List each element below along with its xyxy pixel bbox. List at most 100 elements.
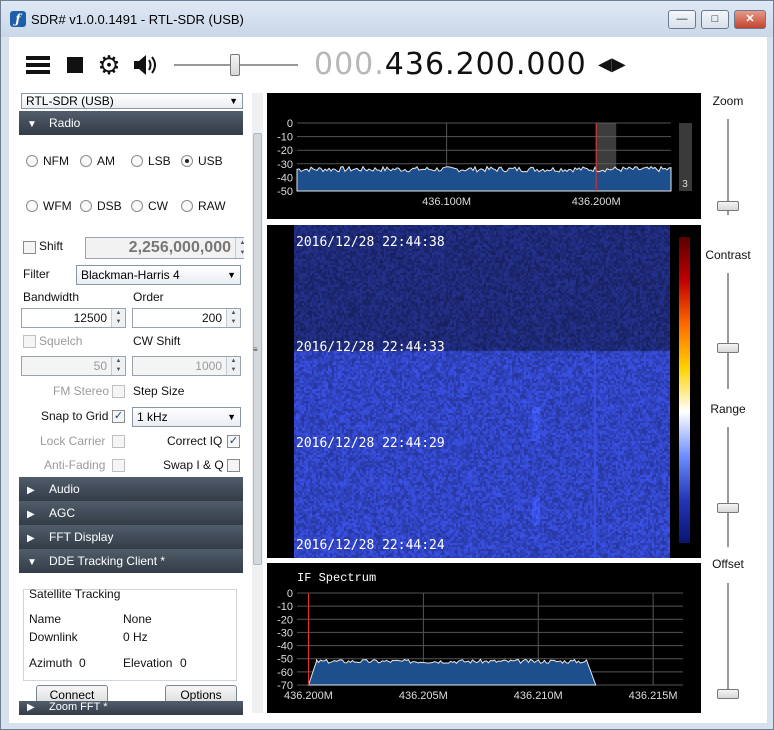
mode-raw[interactable]: RAW xyxy=(181,199,226,213)
source-select-value: RTL-SDR (USB) xyxy=(26,94,114,108)
elevation-label: Elevation xyxy=(123,656,173,670)
section-dde-tracking[interactable]: ▼ DDE Tracking Client * xyxy=(19,549,243,573)
fm-stereo-label: FM Stereo xyxy=(53,384,110,398)
contrast-slider[interactable] xyxy=(717,343,739,353)
section-fft-display[interactable]: ▶ FFT Display xyxy=(19,525,243,549)
triangle-down-icon: ▼ xyxy=(27,557,37,568)
frequency-display[interactable]: 000.436.200.000 xyxy=(314,47,587,82)
sdrsharp-logo-icon: ƒ xyxy=(10,11,26,27)
stop-button[interactable] xyxy=(65,51,85,79)
step-size-label: Step Size xyxy=(133,384,185,398)
contrast-track xyxy=(727,273,729,389)
minimize-button[interactable]: — xyxy=(668,10,696,29)
lock-carrier-label: Lock Carrier xyxy=(40,434,106,448)
spin-icon[interactable]: ▲ ▼ xyxy=(111,357,125,375)
squelch-checkbox[interactable] xyxy=(23,335,36,348)
zoom-label: Zoom xyxy=(712,94,744,108)
section-audio[interactable]: ▶ Audio xyxy=(19,477,243,501)
section-zoom-fft[interactable]: ▶ Zoom FFT * xyxy=(19,701,243,715)
spectrum-plot[interactable]: 0 -10-20 -30-40 -50 436.100M 436.200M 3 xyxy=(267,93,701,219)
snap-to-grid-checkbox[interactable]: ✓ xyxy=(112,410,125,423)
mode-am[interactable]: AM xyxy=(80,154,115,168)
if-spectrum-plot[interactable]: 0-10-20-30-40-50-60-70436.200M 436.205M 43… xyxy=(267,563,701,713)
main-window: ƒ SDR# v1.0.0.1491 - RTL-SDR (USB) — □ ✕… xyxy=(0,0,774,730)
offset-track xyxy=(727,583,729,699)
mode-label: LSB xyxy=(148,154,171,168)
shift-input[interactable]: 2,256,000,000 ▲ ▼ xyxy=(85,237,244,259)
mode-cw[interactable]: CW xyxy=(131,199,168,213)
cw-shift-input[interactable]: 1000 ▲ ▼ xyxy=(132,356,241,376)
spectrum-analyzer[interactable]: 0 -10 -20 -30 -40 -50 436.100M 436.200M 3 xyxy=(267,93,701,219)
range-track xyxy=(727,427,729,547)
contrast-label: Contrast xyxy=(705,248,751,262)
waterfall-canvas[interactable] xyxy=(294,225,670,558)
correct-iq-label: Correct IQ xyxy=(167,434,223,448)
triangle-down-icon: ▼ xyxy=(27,119,37,130)
chevron-down-icon: ▼ xyxy=(227,412,236,422)
waterfall[interactable]: 2016/12/28 22:44:38 2016/12/28 22:44:33 20… xyxy=(267,225,701,558)
sat-name-label: Name xyxy=(29,612,62,626)
waterfall-timestamp: 2016/12/28 22:44:24 xyxy=(296,538,445,553)
close-button[interactable]: ✕ xyxy=(734,10,766,29)
hamburger-icon[interactable] xyxy=(25,51,51,79)
spin-icon[interactable]: ▲ ▼ xyxy=(226,357,240,375)
radio-dot xyxy=(181,200,193,212)
radio-dot xyxy=(26,155,38,167)
y-tick-label: -40 xyxy=(277,172,293,184)
step-size-select[interactable]: 1 kHz ▼ xyxy=(132,407,241,427)
mode-wfm[interactable]: WFM xyxy=(26,199,72,213)
section-radio[interactable]: ▼ Radio xyxy=(19,111,243,135)
downlink-label: Downlink xyxy=(29,630,78,644)
source-select[interactable]: RTL-SDR (USB) ▼ xyxy=(21,93,243,109)
order-input[interactable]: 200 ▲ ▼ xyxy=(132,308,241,328)
waterfall-color-scale xyxy=(679,237,690,543)
filter-select[interactable]: Blackman-Harris 4 ▼ xyxy=(76,265,241,285)
spin-icon[interactable]: ▲ ▼ xyxy=(226,309,240,327)
spectrum-trace xyxy=(296,165,672,192)
lock-carrier-checkbox[interactable] xyxy=(112,435,125,448)
squelch-input[interactable]: 50 ▲ ▼ xyxy=(21,356,126,376)
mode-nfm[interactable]: NFM xyxy=(26,154,69,168)
y-tick-label: -30 xyxy=(277,159,293,171)
if-spectrum-trace xyxy=(307,658,597,686)
frequency-main: 436.200.000 xyxy=(384,47,587,82)
mode-dsb[interactable]: DSB xyxy=(80,199,122,213)
step-size-value: 1 kHz xyxy=(137,410,168,424)
tune-arrows-icon[interactable]: ◀▶ xyxy=(598,54,626,75)
correct-iq-checkbox[interactable]: ✓ xyxy=(227,435,240,448)
fm-stereo-checkbox[interactable] xyxy=(112,385,125,398)
title-bar[interactable]: ƒ SDR# v1.0.0.1491 - RTL-SDR (USB) — □ ✕ xyxy=(1,1,773,37)
mode-label: USB xyxy=(198,154,223,168)
shift-value: 2,256,000,000 xyxy=(128,239,231,256)
spin-icon[interactable]: ▲ ▼ xyxy=(235,238,244,258)
control-panel-scrollbar[interactable]: ≡ xyxy=(252,93,263,713)
mode-label: DSB xyxy=(97,199,122,213)
spin-icon[interactable]: ▲ ▼ xyxy=(111,309,125,327)
section-agc[interactable]: ▶ AGC xyxy=(19,501,243,525)
shift-checkbox[interactable] xyxy=(23,241,36,254)
anti-fading-checkbox[interactable] xyxy=(112,459,125,472)
mode-usb[interactable]: USB xyxy=(181,154,223,168)
window-title: SDR# v1.0.0.1491 - RTL-SDR (USB) xyxy=(31,12,244,27)
bandwidth-input[interactable]: 12500 ▲ ▼ xyxy=(21,308,126,328)
chevron-down-icon: ▼ xyxy=(229,96,238,106)
range-slider[interactable] xyxy=(717,503,739,513)
control-panel: RTL-SDR (USB) ▼ ▼ Radio NFM AM LSB USB WFM… xyxy=(17,93,244,715)
x-tick-label: 436.215M xyxy=(629,690,678,702)
x-tick-label: 436.100M xyxy=(422,196,471,208)
if-spectrum[interactable]: 0 -10 -20 -30 -40 -50 -60 -70 436.200M 436.205M 43… xyxy=(267,563,701,713)
filter-label: Filter xyxy=(23,267,50,281)
swap-iq-checkbox[interactable] xyxy=(227,459,240,472)
mode-label: RAW xyxy=(198,199,226,213)
zoom-slider[interactable] xyxy=(717,201,739,211)
maximize-button[interactable]: □ xyxy=(701,10,729,29)
sat-name-value: None xyxy=(123,612,152,626)
gear-icon[interactable]: ⚙ xyxy=(95,51,123,79)
volume-slider[interactable] xyxy=(230,54,240,76)
speaker-icon[interactable] xyxy=(131,51,159,79)
y-tick-label: -20 xyxy=(277,145,293,157)
cw-shift-value: 1000 xyxy=(195,359,222,373)
mode-lsb[interactable]: LSB xyxy=(131,154,171,168)
offset-slider[interactable] xyxy=(717,689,739,699)
y-tick-label: -50 xyxy=(277,186,293,198)
